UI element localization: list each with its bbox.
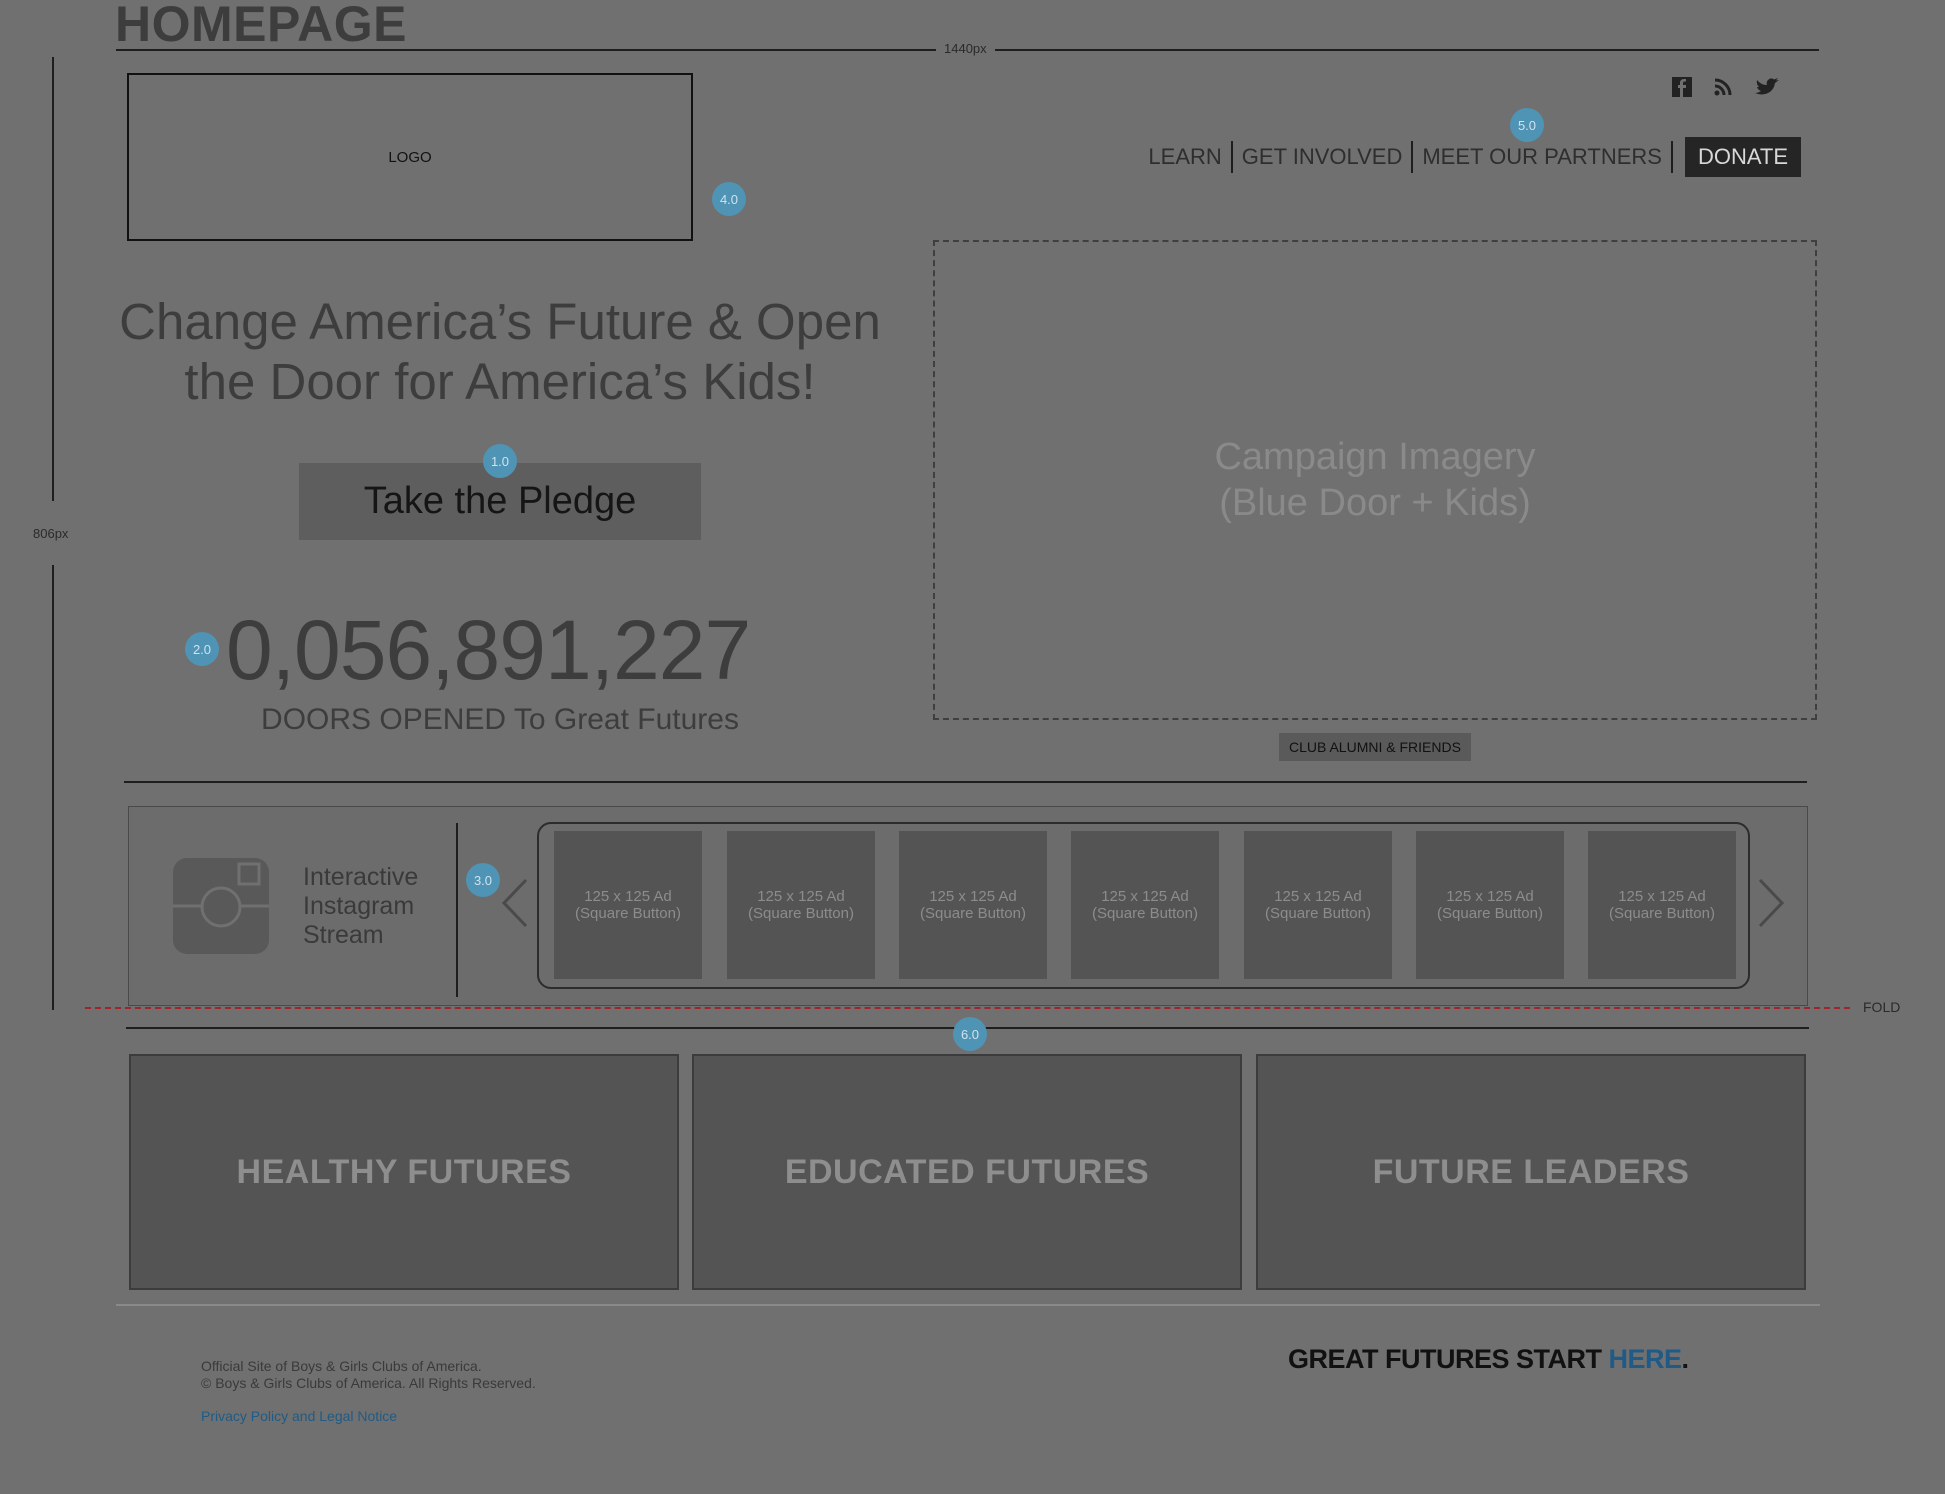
legal-line-2: © Boys & Girls Clubs of America. All Rig… xyxy=(201,1375,536,1391)
square-ad-slot[interactable]: 125 x 125 Ad (Square Button) xyxy=(1588,831,1736,979)
annotation-badge-2: 2.0 xyxy=(185,632,219,666)
ad-type-label: (Square Button) xyxy=(1265,905,1371,922)
instagram-icon xyxy=(173,858,269,954)
footer-divider xyxy=(116,1304,1820,1306)
legal-line-1: Official Site of Boys & Girls Clubs of A… xyxy=(201,1358,482,1374)
square-ad-slot[interactable]: 125 x 125 Ad (Square Button) xyxy=(727,831,875,979)
ad-type-label: (Square Button) xyxy=(1437,905,1543,922)
carousel-next-icon[interactable] xyxy=(1756,878,1786,933)
fold-label: FOLD xyxy=(1863,999,1901,1015)
instagram-label-line1: Interactive xyxy=(303,863,419,891)
main-nav: LEARN GET INVOLVED MEET OUR PARTNERS DON… xyxy=(1139,136,1801,178)
club-alumni-tag[interactable]: CLUB ALUMNI & FRIENDS xyxy=(1279,733,1471,761)
logo-label: LOGO xyxy=(388,148,432,166)
carousel-prev-icon[interactable] xyxy=(500,878,530,933)
campaign-imagery-line2: (Blue Door + Kids) xyxy=(1219,482,1531,524)
square-ad-slot[interactable]: 125 x 125 Ad (Square Button) xyxy=(1416,831,1564,979)
height-measure-label: 806px xyxy=(33,526,69,541)
ad-type-label: (Square Button) xyxy=(1609,905,1715,922)
nav-item-get-involved[interactable]: GET INVOLVED xyxy=(1233,142,1412,172)
height-measure-line-bottom xyxy=(52,565,54,1010)
page-title: HOMEPAGE xyxy=(115,0,407,52)
ad-type-label: (Square Button) xyxy=(575,905,681,922)
twitter-icon[interactable] xyxy=(1754,76,1784,98)
height-measure-line-top xyxy=(52,57,54,501)
counter-caption: DOORS OPENED To Great Futures xyxy=(261,703,739,736)
ad-size-label: 125 x 125 Ad xyxy=(1618,888,1706,905)
hero-headline-line2: the Door for America’s Kids! xyxy=(184,353,816,410)
annotation-badge-1: 1.0 xyxy=(483,444,517,478)
card-educated-futures[interactable]: EDUCATED FUTURES xyxy=(692,1054,1242,1290)
ad-size-label: 125 x 125 Ad xyxy=(1274,888,1362,905)
square-ad-slot[interactable]: 125 x 125 Ad (Square Button) xyxy=(1244,831,1392,979)
tagline-main: GREAT FUTURES START xyxy=(1288,1344,1609,1374)
ad-type-label: (Square Button) xyxy=(748,905,854,922)
annotation-badge-3: 3.0 xyxy=(466,863,500,897)
ad-size-label: 125 x 125 Ad xyxy=(1101,888,1189,905)
fold-line xyxy=(85,1007,1850,1009)
tagline-highlight: HERE xyxy=(1608,1344,1683,1374)
width-measure-label: 1440px xyxy=(936,41,995,57)
doors-opened-counter: 0,056,891,227 xyxy=(226,603,751,697)
legal-text: Official Site of Boys & Girls Clubs of A… xyxy=(201,1358,536,1392)
card-healthy-futures[interactable]: HEALTHY FUTURES xyxy=(129,1054,679,1290)
section-divider xyxy=(124,781,1807,783)
instagram-label-line2: Instagram xyxy=(303,892,415,920)
logo-placeholder[interactable]: LOGO xyxy=(127,73,693,241)
ad-size-label: 125 x 125 Ad xyxy=(584,888,672,905)
ad-type-label: (Square Button) xyxy=(1092,905,1198,922)
annotation-badge-4: 4.0 xyxy=(712,182,746,216)
tagline-end: . xyxy=(1681,1344,1690,1374)
square-ad-slot[interactable]: 125 x 125 Ad (Square Button) xyxy=(554,831,702,979)
nav-item-meet-our-partners[interactable]: MEET OUR PARTNERS xyxy=(1413,142,1671,172)
rss-icon[interactable] xyxy=(1714,78,1732,96)
footer-tagline: GREAT FUTURES START HERE. xyxy=(1288,1344,1689,1375)
instagram-divider xyxy=(456,823,458,997)
annotation-badge-6: 6.0 xyxy=(953,1017,987,1051)
square-ad-slot[interactable]: 125 x 125 Ad (Square Button) xyxy=(1071,831,1219,979)
instagram-stream-label: Interactive Instagram Stream xyxy=(303,863,418,950)
facebook-icon[interactable] xyxy=(1672,77,1692,97)
card-future-leaders[interactable]: FUTURE LEADERS xyxy=(1256,1054,1806,1290)
campaign-imagery-placeholder: Campaign Imagery (Blue Door + Kids) xyxy=(933,240,1817,720)
nav-separator xyxy=(1670,141,1673,173)
square-ad-slot[interactable]: 125 x 125 Ad (Square Button) xyxy=(899,831,1047,979)
hero-headline-line1: Change America’s Future & Open xyxy=(119,293,881,350)
social-icons xyxy=(1672,76,1784,98)
ad-size-label: 125 x 125 Ad xyxy=(929,888,1017,905)
hero-headline: Change America’s Future & Open the Door … xyxy=(118,292,882,412)
privacy-policy-link[interactable]: Privacy Policy and Legal Notice xyxy=(201,1408,397,1424)
nav-item-learn[interactable]: LEARN xyxy=(1139,142,1230,172)
ad-size-label: 125 x 125 Ad xyxy=(1446,888,1534,905)
campaign-imagery-line1: Campaign Imagery xyxy=(1214,436,1536,478)
ad-type-label: (Square Button) xyxy=(920,905,1026,922)
donate-button[interactable]: DONATE xyxy=(1684,137,1801,177)
instagram-label-line3: Stream xyxy=(303,921,384,949)
ad-size-label: 125 x 125 Ad xyxy=(757,888,845,905)
